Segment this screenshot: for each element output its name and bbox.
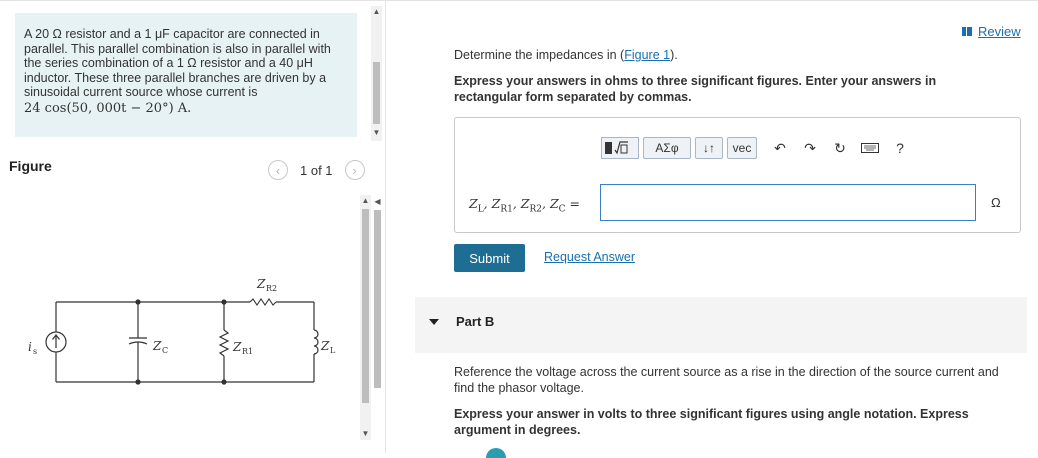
submit-button[interactable]: Submit: [454, 244, 525, 272]
part-b-header[interactable]: Part B: [415, 297, 1027, 353]
template-button-group: [601, 137, 639, 159]
zc-label-sub: C: [162, 346, 168, 355]
node-dot: [135, 299, 141, 305]
node-dot: [221, 299, 227, 305]
node-dot: [135, 379, 141, 385]
express-line-1: Express your answers in ohms to three si…: [454, 74, 937, 88]
problem-line: the series combination of a 1 Ω resistor…: [24, 56, 313, 71]
figure-scrollbar[interactable]: ▲ ▼: [360, 195, 371, 440]
pane-divider: [385, 0, 386, 453]
zr1-label-sub: R1: [242, 347, 253, 356]
review-label: Review: [978, 24, 1021, 39]
reset-icon[interactable]: ↻: [829, 137, 851, 159]
problem-line: inductor. These three parallel branches …: [24, 70, 327, 85]
problem-statement: A 20 Ω resistor and a 1 μF capacitor are…: [15, 13, 357, 137]
scroll-up-icon[interactable]: ▲: [360, 195, 371, 207]
scroll-down-icon[interactable]: ▼: [360, 428, 371, 440]
next-figure-button[interactable]: ›: [344, 160, 365, 180]
part-b-text-1: Reference the voltage across the current…: [454, 365, 999, 379]
scroll-down-icon[interactable]: ▼: [371, 127, 382, 139]
zr2-label-sub: R2: [266, 284, 277, 293]
node-dot: [221, 379, 227, 385]
keyboard-icon[interactable]: [859, 137, 881, 159]
impedance-label: ZL, ZR1, ZR2, ZC =: [469, 196, 580, 215]
answer-input[interactable]: [600, 184, 976, 221]
source-label-sub: s: [33, 347, 37, 356]
determine-text: Determine the impedances in (Figure 1).: [454, 48, 678, 63]
zr2-label: Z: [256, 277, 266, 291]
zc-label: Z: [152, 339, 162, 353]
book-icon: [962, 27, 972, 36]
partial-button[interactable]: [486, 448, 506, 458]
keyboard-shape: [861, 143, 879, 153]
figure-heading: Figure: [9, 158, 52, 174]
scroll-up-icon[interactable]: ◀: [372, 196, 383, 208]
chevron-right-icon: ›: [352, 162, 357, 178]
templates-icon: [605, 141, 628, 155]
figure-link[interactable]: Figure 1: [624, 48, 670, 62]
template-button[interactable]: [602, 138, 638, 158]
scroll-thumb[interactable]: [374, 210, 381, 388]
help-icon[interactable]: ?: [889, 137, 911, 159]
request-answer-link[interactable]: Request Answer: [544, 250, 635, 264]
determine-post: ).: [670, 48, 678, 62]
collapse-triangle-icon[interactable]: [429, 319, 439, 325]
unit-label: Ω: [991, 195, 1001, 210]
determine-pre: Determine the impedances in (: [454, 48, 625, 62]
greek-button[interactable]: ΑΣφ: [643, 137, 691, 159]
scroll-thumb[interactable]: [362, 209, 369, 403]
answer-box: ΑΣφ ↓↑ vec ↶ ↷ ↻ ? ZL, ZR1, ZR2, ZC = Ω: [454, 117, 1021, 233]
part-b-label: Part B: [456, 314, 495, 329]
part-b-express-2: argument in degrees.: [454, 423, 581, 437]
scroll-up-icon[interactable]: ▲: [371, 6, 382, 18]
review-link[interactable]: Review: [962, 24, 1021, 39]
zl-label: Z: [320, 339, 330, 353]
source-label: i: [28, 340, 32, 354]
source-current-expression: 24 cos(50, 000t − 20°) A.: [24, 100, 192, 116]
scroll-thumb[interactable]: [373, 62, 380, 124]
math-toolbar: ΑΣφ ↓↑ vec ↶ ↷ ↻ ?: [601, 137, 911, 159]
circuit-diagram: i s Z C Z R1 Z R2 Z L: [28, 277, 336, 385]
zr1-label: Z: [232, 340, 242, 354]
updown-button[interactable]: ↓↑: [695, 137, 723, 159]
problem-line: A 20 Ω resistor and a 1 μF capacitor are…: [24, 27, 320, 41]
problem-scrollbar[interactable]: ▲ ▼: [371, 6, 382, 141]
figure-pager: ‹ 1 of 1 ›: [268, 160, 365, 180]
figure-page-count: 1 of 1: [300, 162, 333, 178]
express-line-2: rectangular form separated by commas.: [454, 90, 692, 104]
vec-button[interactable]: vec: [727, 137, 757, 159]
problem-line: sinusoidal current source whose current …: [24, 85, 258, 100]
zl-label-sub: L: [330, 346, 336, 355]
chevron-left-icon: ‹: [275, 162, 281, 178]
undo-icon[interactable]: ↶: [769, 137, 791, 159]
top-border: [0, 0, 1038, 1]
panel-scrollbar[interactable]: ◀: [372, 148, 383, 440]
redo-icon[interactable]: ↷: [799, 137, 821, 159]
part-b-text-2: find the phasor voltage.: [454, 381, 584, 395]
problem-line: parallel. This parallel combination is a…: [24, 41, 331, 56]
prev-figure-button[interactable]: ‹: [268, 160, 288, 180]
part-b-express-1: Express your answer in volts to three si…: [454, 407, 969, 421]
